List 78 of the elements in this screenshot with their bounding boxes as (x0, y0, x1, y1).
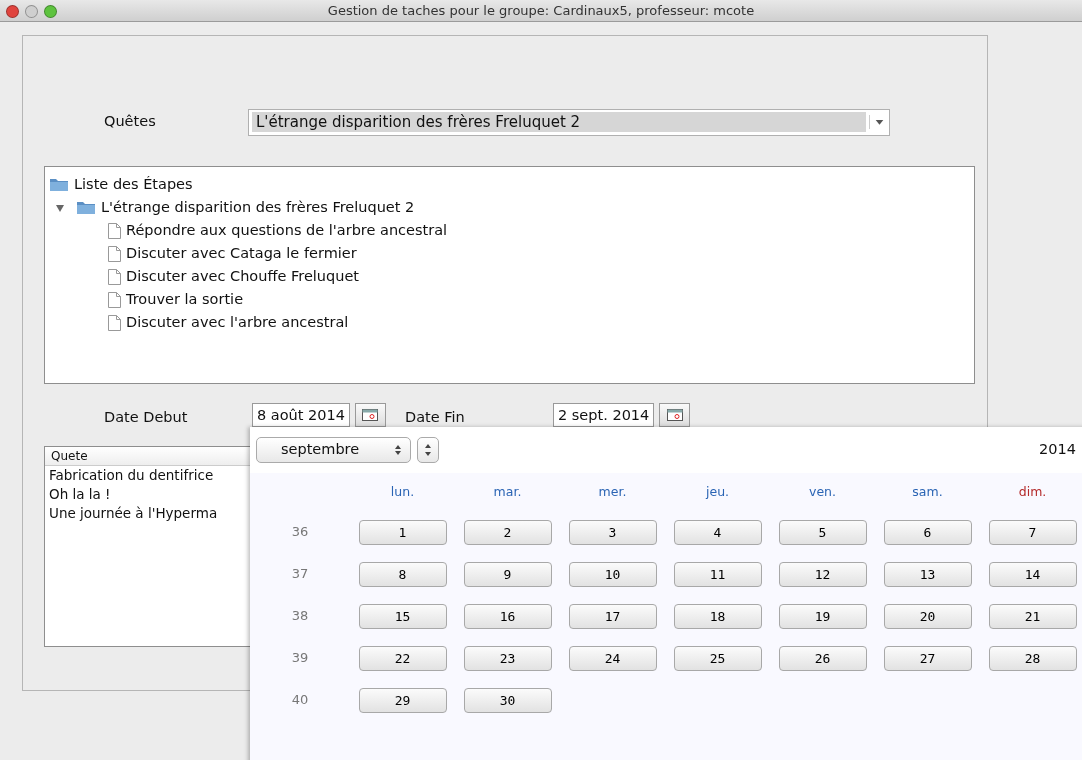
document-icon (108, 291, 121, 308)
day-button[interactable]: 21 (988, 604, 1077, 629)
week-number: 38 (290, 607, 310, 625)
document-icon (108, 222, 121, 239)
table-cell-text: Fabrication du dentifrice (48, 466, 215, 485)
day-button[interactable]: 22 (358, 646, 447, 671)
day-button[interactable]: 23 (463, 646, 552, 671)
start-date-label: Date Debut (104, 408, 189, 428)
day-button[interactable]: 27 (883, 646, 972, 671)
day-button[interactable]: 18 (673, 604, 762, 629)
folder-node[interactable]: L'étrange disparition des frères Freluquet 2 (101, 196, 415, 219)
month-select[interactable]: septembre (256, 437, 411, 463)
month-spinner[interactable] (417, 437, 439, 463)
day-button[interactable]: 26 (778, 646, 867, 671)
weekday-label: mar. (492, 483, 523, 501)
day-button[interactable]: 15 (358, 604, 447, 629)
weekday-label: mer. (597, 483, 628, 501)
week-number: 39 (290, 649, 310, 667)
step-node[interactable]: Discuter avec Chouffe Freluquet (126, 265, 360, 288)
day-button[interactable]: 7 (988, 520, 1077, 545)
weekday-label: dim. (1017, 483, 1048, 501)
day-button[interactable]: 12 (778, 562, 867, 587)
step-node[interactable]: Répondre aux questions de l'arbre ancestral (126, 219, 448, 242)
spinner-arrows-icon (424, 443, 432, 457)
folder-node[interactable]: Liste des Étapes (74, 173, 193, 196)
quetes-dropdown[interactable]: L'étrange disparition des frères Freluquet 2 (248, 108, 890, 136)
day-button[interactable]: 24 (568, 646, 657, 671)
day-button[interactable]: 9 (463, 562, 552, 587)
table-cell-text: Oh la la ! (48, 485, 112, 504)
end-date-label: Date Fin (405, 408, 466, 428)
calendar-icon (362, 409, 379, 421)
window-title: Gestion de taches pour le groupe: Cardinaux5, professeur: mcote (326, 2, 756, 20)
step-node[interactable]: Discuter avec Cataga le fermier (126, 242, 357, 265)
folder-icon (76, 200, 96, 215)
document-icon (108, 245, 121, 262)
day-button[interactable]: 30 (463, 688, 552, 713)
day-button[interactable]: 2 (463, 520, 552, 545)
week-number: 37 (290, 565, 310, 583)
close-icon[interactable] (6, 5, 19, 18)
day-button[interactable]: 17 (568, 604, 657, 629)
day-button[interactable]: 28 (988, 646, 1077, 671)
day-button[interactable]: 8 (358, 562, 447, 587)
table-cell-text: Une journée à l'Hyperma (48, 504, 219, 523)
start-date-field[interactable]: 8 août 2014 (252, 403, 350, 427)
week-number: 36 (290, 523, 310, 541)
step-node[interactable]: Trouver la sortie (126, 288, 244, 311)
folder-icon (49, 177, 69, 192)
quetes-label: Quêtes (104, 113, 156, 130)
weekday-label: lun. (389, 483, 416, 501)
calendar-button[interactable] (355, 403, 386, 427)
document-icon (108, 314, 121, 331)
select-arrows-icon (394, 444, 402, 456)
day-button[interactable]: 6 (883, 520, 972, 545)
week-number: 40 (290, 691, 310, 709)
weekday-label: jeu. (704, 483, 731, 501)
day-button[interactable]: 29 (358, 688, 447, 713)
day-button[interactable]: 11 (673, 562, 762, 587)
day-button[interactable]: 19 (778, 604, 867, 629)
step-node[interactable]: Discuter avec l'arbre ancestral (126, 311, 349, 334)
day-button[interactable]: 10 (568, 562, 657, 587)
day-button[interactable]: 16 (463, 604, 552, 629)
document-icon (108, 268, 121, 285)
day-button[interactable]: 25 (673, 646, 762, 671)
day-button[interactable]: 3 (568, 520, 657, 545)
expanded-arrow-icon[interactable] (55, 202, 65, 213)
weekday-label: ven. (808, 483, 837, 501)
zoom-icon[interactable] (44, 5, 57, 18)
weekday-label: sam. (911, 483, 944, 501)
day-button[interactable]: 14 (988, 562, 1077, 587)
day-button[interactable]: 20 (883, 604, 972, 629)
calendar-icon (666, 409, 683, 421)
day-button[interactable]: 4 (673, 520, 762, 545)
day-button[interactable]: 5 (778, 520, 867, 545)
end-date-field[interactable]: 2 sept. 2014 (553, 403, 655, 427)
calendar-button[interactable] (659, 403, 691, 427)
day-button[interactable]: 13 (883, 562, 972, 587)
day-button[interactable]: 1 (358, 520, 447, 545)
year-field[interactable]: 2014 (1039, 439, 1076, 461)
